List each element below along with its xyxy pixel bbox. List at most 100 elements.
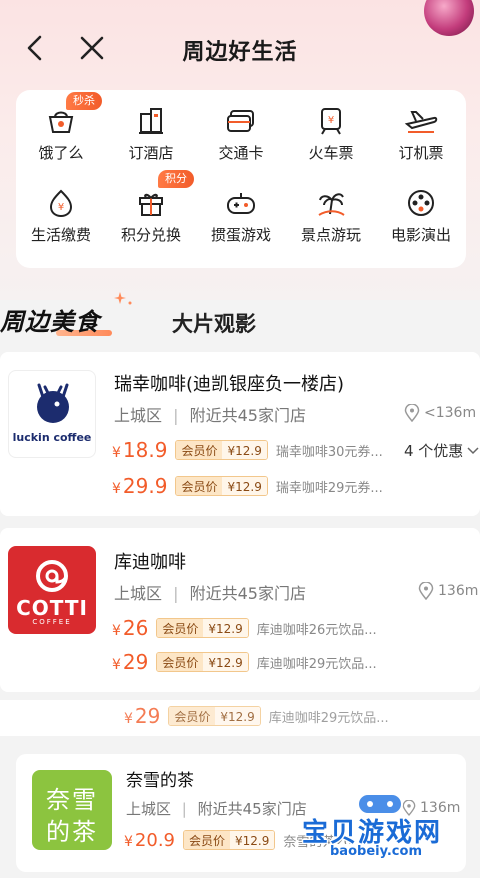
coupon-desc: 瑞幸咖啡30元券... [275,444,383,460]
flash-sale-tag: 秒杀 [66,92,102,110]
district: 上城区 [114,406,163,425]
transit-card-icon [227,110,254,132]
deal-row[interactable]: ¥29 会员价 ¥12.9 库迪咖啡29元饮品... [112,650,377,674]
member-price-badge: 会员价 ¥12.9 [156,652,249,672]
naixue-logo: 奈雪 的茶 [32,770,112,850]
divider: | [181,800,187,818]
service-label: 订机票 [398,144,444,162]
top-nav-bar: 周边好生活 [0,20,480,76]
coupon-desc: 库迪咖啡26元饮品... [256,622,377,638]
distance: 136m [418,582,478,600]
deal-price: ¥18.9 [112,438,168,462]
deal-price: ¥29 [112,650,149,674]
coupon-desc: 瑞幸咖啡29元券... [275,480,383,496]
gamepad-icon [227,193,255,214]
gift-icon [139,193,163,216]
service-label: 电影演出 [390,226,451,244]
palm-island-icon [318,193,345,216]
distance-value: 136m [438,583,479,599]
service-movie[interactable]: 电影演出 [376,172,466,244]
watermark: 宝贝游戏网 baobeiy.com [290,786,480,872]
divider: | [173,406,179,425]
service-transit-card[interactable]: 交通卡 [196,90,286,162]
location-pin-icon [404,404,420,422]
store-card-cotti[interactable]: COTTI COFFEE 库迪咖啡 上城区 | 附近共45家门店 136m ¥2… [0,528,480,692]
service-label: 订酒店 [128,144,174,162]
naixue-logo-line2: 的茶 [46,818,98,846]
deal-price: ¥26 [112,616,149,640]
partial-deal-row: ¥29 会员价 ¥12.9 库迪咖啡29元饮品... [0,700,480,736]
member-price-badge: 会员价 ¥12.9 [175,476,268,496]
service-label: 景点游玩 [300,226,361,244]
luckin-logo-text: luckin coffee [12,431,92,444]
deal-row[interactable]: ¥18.9 会员价 ¥12.9 瑞幸咖啡30元券... [112,438,383,462]
member-price-badge: 会员价 ¥12.9 [168,706,261,726]
chevron-down-icon [467,446,479,454]
store-location: 上城区 | 附近共45家门店 [114,580,306,604]
deal-price: ¥29 [124,704,161,728]
divider: | [173,584,179,603]
deal-row[interactable]: ¥26 会员价 ¥12.9 库迪咖啡26元饮品... [112,616,377,640]
district: 上城区 [126,800,172,818]
sparkle-icon [114,292,132,305]
svg-text:¥: ¥ [328,115,334,126]
deal-row: ¥29 会员价 ¥12.9 库迪咖啡29元饮品... [124,704,389,728]
service-label: 积分兑换 [120,226,181,244]
service-label: 掼蛋游戏 [210,226,271,244]
distance-value: <136m [424,405,477,421]
district: 上城区 [114,584,163,603]
food-basket-icon [48,111,74,133]
store-card-luckin[interactable]: luckin coffee 瑞幸咖啡(迪凯银座负一楼店) 上城区 | 附近共45… [0,352,480,516]
watermark-url: baobeiy.com [326,844,426,859]
service-guandan[interactable]: 掼蛋游戏 [196,172,286,244]
nearby-count: 附近共45家门店 [189,584,306,603]
service-label: 交通卡 [218,144,264,162]
service-flight[interactable]: 订机票 [376,90,466,162]
nearby-count: 附近共45家门店 [189,406,306,425]
deal-price: ¥20.9 [124,829,175,851]
train-ticket-icon: ¥ [321,108,341,135]
offers-count: 4 个优惠 [404,442,464,460]
cotti-logo: COTTI COFFEE [8,546,96,634]
service-grid: 秒杀 饿了么 订酒店 交通卡 ¥ 火车票 订机票 ¥ 生活缴费 积分 积分兑换 … [16,90,466,268]
member-price-badge: 会员价 ¥12.9 [156,618,249,638]
member-price-badge: 会员价 ¥12.9 [175,440,268,460]
store-name: 瑞幸咖啡(迪凯银座负一楼店) [114,374,345,395]
svg-text:¥: ¥ [58,202,64,213]
cotti-logo-text: COTTI [16,596,88,620]
points-tag: 积分 [158,170,194,188]
service-scenic[interactable]: 景点游玩 [286,172,376,244]
deal-row[interactable]: ¥29.9 会员价 ¥12.9 瑞幸咖啡29元券... [112,474,383,498]
offers-dropdown[interactable]: 4 个优惠 [404,440,479,461]
hotel-building-icon [139,108,163,134]
deal-price: ¥29.9 [112,474,168,498]
service-eleme[interactable]: 秒杀 饿了么 [16,90,106,162]
category-tabs: 周边美食 大片观影 [0,288,480,348]
store-name: 库迪咖啡 [114,552,186,573]
service-hotel[interactable]: 订酒店 [106,90,196,162]
distance: <136m [404,404,476,422]
service-utility[interactable]: ¥ 生活缴费 [16,172,106,244]
store-name: 奈雪的茶 [126,771,194,791]
coupon-desc: 库迪咖啡29元饮品... [256,656,377,672]
service-label: 生活缴费 [30,226,91,244]
deer-logo-icon [37,383,69,423]
luckin-logo: luckin coffee [8,370,96,458]
service-points[interactable]: 积分 积分兑换 [106,170,196,244]
film-reel-icon [408,190,434,216]
page-title: 周边好生活 [182,40,298,65]
airplane-icon [404,111,438,133]
location-pin-icon [418,582,434,600]
store-location: 上城区 | 附近共45家门店 [114,402,306,426]
tab-movie[interactable]: 大片观影 [172,308,256,338]
service-train[interactable]: ¥ 火车票 [286,90,376,162]
cotti-logo-sub: COFFEE [32,618,72,626]
service-label: 火车票 [308,144,354,162]
member-price-badge: 会员价 ¥12.9 [183,830,276,850]
service-label: 饿了么 [38,144,84,162]
naixue-logo-line1: 奈雪 [46,786,98,814]
store-location: 上城区 | 附近共45家门店 [126,798,307,819]
tab-food[interactable]: 周边美食 [0,302,100,337]
utility-payment-icon: ¥ [49,189,73,218]
coupon-desc: 库迪咖啡29元饮品... [268,710,389,726]
